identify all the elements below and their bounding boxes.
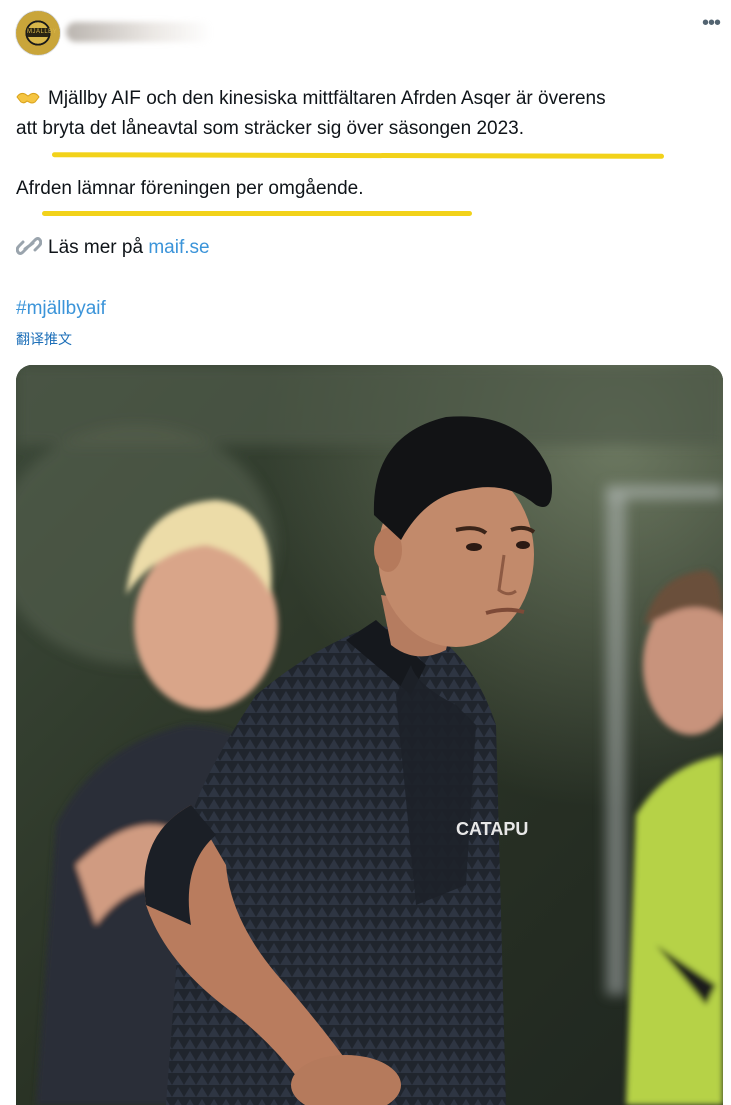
photo-illustration: CATAPU	[16, 365, 723, 1105]
blurred-username[interactable]	[66, 22, 212, 42]
read-more-prefix: Läs mer på	[48, 237, 144, 258]
tweet-photo[interactable]: CATAPU	[16, 365, 723, 1105]
highlight-underline-1	[51, 152, 665, 159]
tweet-text-p1-l1: Mjällby AIF och den kinesiska mittfältar…	[48, 88, 606, 109]
highlight-underline-2	[42, 211, 472, 216]
tweet-text-p1-l2: att bryta det låneavtal som sträcker sig…	[16, 118, 524, 139]
chain-link-icon	[16, 237, 42, 255]
tweet-text-line-1: Mjällby AIF och den kinesiska mittfältar…	[16, 85, 606, 113]
maif-link[interactable]: maif.se	[148, 237, 209, 258]
jersey-text: CATAPU	[456, 819, 528, 839]
handshake-icon	[16, 92, 40, 104]
translate-tweet-button[interactable]: 翻译推文	[16, 329, 72, 349]
more-horizontal-icon[interactable]: •••	[699, 13, 723, 33]
tweet-text-p2: Afrden lämnar föreningen per omgående.	[16, 178, 364, 199]
profile-avatar[interactable]: MJÄLLBY	[16, 11, 60, 55]
hashtag-link[interactable]: #mjällbyaif	[16, 296, 106, 322]
avatar-crest-text: MJÄLLBY	[27, 28, 58, 37]
read-more-row: Läs mer på maif.se	[16, 234, 210, 262]
